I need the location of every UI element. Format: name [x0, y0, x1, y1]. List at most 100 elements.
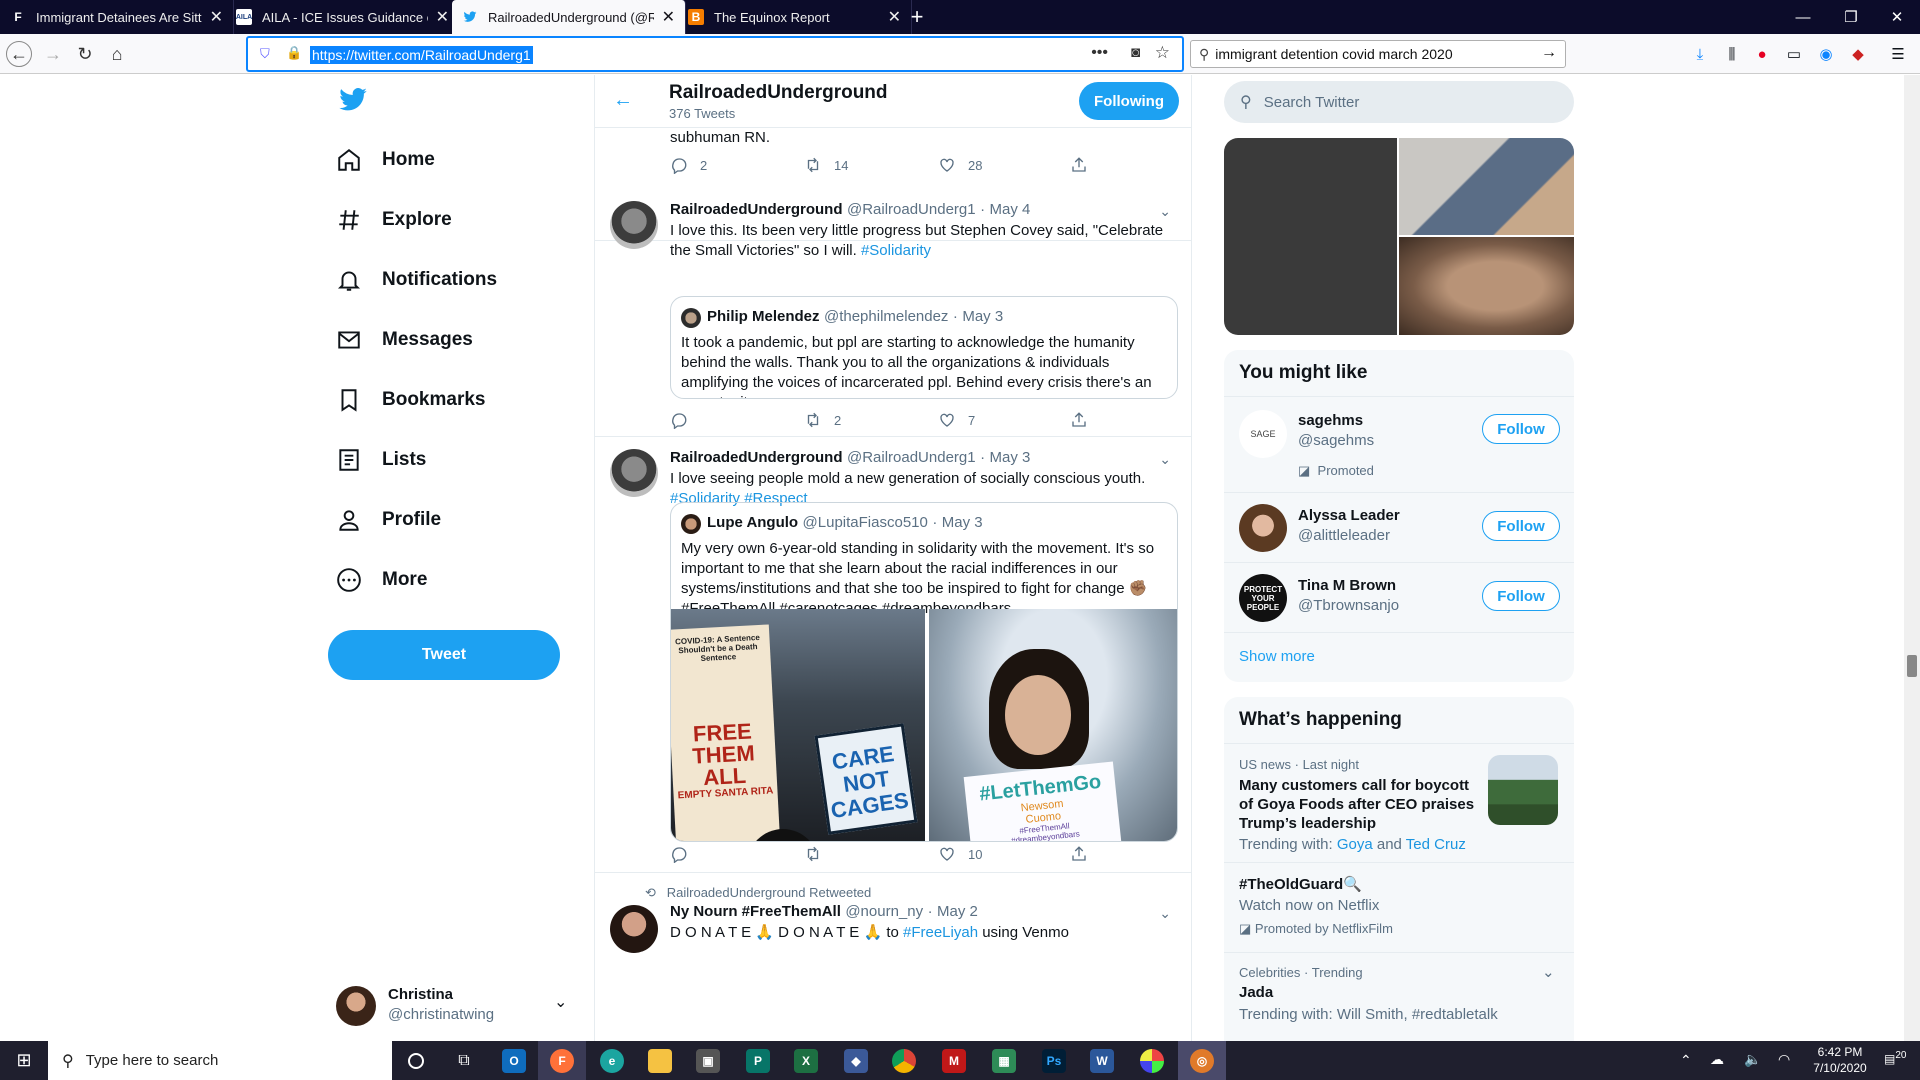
- trend-link[interactable]: Ted Cruz: [1406, 836, 1466, 853]
- quoted-tweet[interactable]: Lupe Angulo @LupitaFiasco510 · May 3 My …: [670, 502, 1178, 842]
- like-button[interactable]: 7: [938, 411, 975, 429]
- reply-button[interactable]: [670, 411, 700, 429]
- scrollbar-thumb[interactable]: [1907, 655, 1917, 677]
- trend-item[interactable]: Celebrities · Trending Jada Trending wit…: [1224, 953, 1574, 1041]
- downloads-icon[interactable]: ⤓: [1688, 42, 1712, 66]
- browser-tab-active[interactable]: RailroadedUnderground (@Rai ✕: [452, 0, 686, 34]
- close-tab-icon[interactable]: ✕: [888, 7, 901, 27]
- library-icon[interactable]: ⫼: [1720, 42, 1744, 66]
- back-arrow-icon[interactable]: ←: [613, 89, 633, 112]
- page-actions-icon[interactable]: •••: [1091, 44, 1108, 62]
- media-thumbnail[interactable]: [1399, 237, 1574, 335]
- page-scrollbar[interactable]: [1904, 75, 1920, 1041]
- reload-icon[interactable]: ↻: [72, 41, 98, 67]
- search-query[interactable]: immigrant detention covid march 2020: [1215, 46, 1452, 62]
- tweet-date[interactable]: May 4: [990, 201, 1031, 218]
- quoted-tweet[interactable]: Philip Melendez @thephilmelendez · May 3…: [670, 296, 1178, 399]
- sidebar-item-home[interactable]: Home: [336, 135, 435, 185]
- pinterest-icon[interactable]: ●: [1750, 42, 1774, 66]
- excel-icon[interactable]: X: [782, 1041, 830, 1080]
- show-more-link[interactable]: Show more: [1239, 648, 1315, 665]
- tweet-button[interactable]: Tweet: [328, 630, 560, 680]
- follow-button[interactable]: Follow: [1482, 511, 1560, 541]
- tweet-date[interactable]: May 2: [937, 903, 978, 920]
- task-view-icon[interactable]: ⧉: [440, 1041, 488, 1080]
- url-bar[interactable]: ⛉ 🔒 https://twitter.com/RailroadUnderg1 …: [246, 36, 1184, 72]
- browser-tab[interactable]: F Immigrant Detainees Are Sittin ✕: [0, 0, 234, 34]
- hashtag-link[interactable]: #FreeLiyah: [903, 924, 978, 941]
- close-tab-icon[interactable]: ✕: [662, 7, 675, 27]
- store-icon[interactable]: ▣: [684, 1041, 732, 1080]
- sidebar-item-notifications[interactable]: Notifications: [336, 255, 497, 305]
- sidebar-toggle-icon[interactable]: ▭: [1782, 42, 1806, 66]
- like-button[interactable]: 28: [938, 156, 982, 174]
- follow-button[interactable]: Follow: [1482, 414, 1560, 444]
- shield-icon[interactable]: ⛉: [260, 46, 270, 62]
- app-icon[interactable]: [1128, 1041, 1176, 1080]
- chevron-down-icon[interactable]: ⌄: [1159, 905, 1171, 922]
- tweet-author-name[interactable]: RailroadedUnderground: [670, 449, 843, 466]
- extension-icon[interactable]: ◆: [1846, 42, 1870, 66]
- trend-link[interactable]: Goya: [1337, 836, 1373, 853]
- sidebar-item-profile[interactable]: Profile: [336, 495, 441, 545]
- onedrive-icon[interactable]: ☁: [1710, 1051, 1724, 1068]
- sidebar-item-messages[interactable]: Messages: [336, 315, 473, 365]
- media-thumbnail[interactable]: [1224, 138, 1397, 335]
- chevron-down-icon[interactable]: ⌄: [1159, 451, 1171, 468]
- suggestion-name[interactable]: Tina M Brown: [1298, 577, 1396, 594]
- trend-item[interactable]: #TheOldGuard🔍 Watch now on Netflix ◪ Pro…: [1224, 863, 1574, 953]
- menu-icon[interactable]: ☰: [1886, 42, 1910, 66]
- notification-center-icon[interactable]: ▤20: [1884, 1050, 1906, 1066]
- bookmark-star-icon[interactable]: ☆: [1155, 43, 1170, 63]
- tweet-author-name[interactable]: Ny Nourn #FreeThemAll: [670, 903, 841, 920]
- follow-button[interactable]: Follow: [1482, 581, 1560, 611]
- tweet[interactable]: RailroadedUnderground @RailroadUnderg1 ·…: [595, 189, 1191, 437]
- close-window-icon[interactable]: ✕: [1874, 0, 1920, 34]
- account-icon[interactable]: ◉: [1814, 42, 1838, 66]
- tweet-author-handle[interactable]: @RailroadUnderg1: [847, 449, 976, 466]
- suggestion-name[interactable]: sagehms: [1298, 412, 1363, 429]
- windows-start-icon[interactable]: ⊞: [0, 1041, 48, 1080]
- share-button[interactable]: [1070, 845, 1100, 863]
- retweet-button[interactable]: 14: [804, 156, 848, 174]
- tweet[interactable]: ⟲ RailroadedUnderground Retweeted Ny Nou…: [595, 873, 1191, 1041]
- browser-search-field[interactable]: ⚲ immigrant detention covid march 2020 →: [1190, 40, 1566, 68]
- home-icon[interactable]: ⌂: [104, 41, 130, 67]
- minimize-icon[interactable]: —: [1780, 0, 1826, 34]
- chevron-down-icon[interactable]: ⌄: [554, 992, 567, 1012]
- url-text[interactable]: https://twitter.com/RailroadUnderg1: [310, 46, 533, 64]
- tweet-date[interactable]: May 3: [990, 449, 1031, 466]
- trend-item[interactable]: US news · Last night Many customers call…: [1224, 745, 1574, 863]
- retweet-button[interactable]: 2: [804, 411, 841, 429]
- like-button[interactable]: 10: [938, 845, 982, 863]
- media-thumbnail[interactable]: [1399, 138, 1574, 235]
- sidebar-item-explore[interactable]: Explore: [336, 195, 452, 245]
- protest-car-image[interactable]: COVID-19: A Sentence Shouldn't be a Deat…: [671, 609, 925, 841]
- close-tab-icon[interactable]: ✕: [436, 7, 449, 27]
- app-icon[interactable]: ◎: [1178, 1041, 1226, 1080]
- browser-tab[interactable]: AILA AILA - ICE Issues Guidance on ( ✕: [226, 0, 460, 34]
- firefox-icon[interactable]: F: [538, 1041, 586, 1080]
- tweet-author-name[interactable]: RailroadedUnderground: [670, 201, 843, 218]
- edge-icon[interactable]: e: [588, 1041, 636, 1080]
- app-icon[interactable]: ◆: [832, 1041, 880, 1080]
- twitter-search-input[interactable]: ⚲ Search Twitter: [1224, 81, 1574, 123]
- restore-icon[interactable]: ❐: [1828, 0, 1874, 34]
- chrome-icon[interactable]: [880, 1041, 928, 1080]
- back-icon[interactable]: ←: [6, 41, 32, 67]
- twitter-logo-icon[interactable]: [338, 85, 368, 115]
- word-icon[interactable]: W: [1078, 1041, 1126, 1080]
- hashtag-link[interactable]: #Solidarity: [861, 242, 931, 259]
- publisher-icon[interactable]: P: [734, 1041, 782, 1080]
- girl-holding-sign-image[interactable]: #LetThemGo Newsom Cuomo #FreeThemAll #dr…: [929, 609, 1177, 841]
- new-tab-icon[interactable]: +: [900, 0, 934, 34]
- lock-icon[interactable]: 🔒: [286, 45, 302, 61]
- chevron-up-icon[interactable]: ⌃: [1680, 1052, 1692, 1069]
- sidebar-item-lists[interactable]: Lists: [336, 435, 426, 485]
- go-arrow-icon[interactable]: →: [1541, 44, 1557, 62]
- wifi-icon[interactable]: ◠: [1778, 1051, 1790, 1068]
- share-button[interactable]: [1070, 411, 1100, 429]
- pocket-icon[interactable]: ◙: [1131, 44, 1140, 61]
- taskbar-search-input[interactable]: ⚲ Type here to search: [48, 1041, 392, 1080]
- volume-icon[interactable]: 🔈: [1744, 1051, 1761, 1068]
